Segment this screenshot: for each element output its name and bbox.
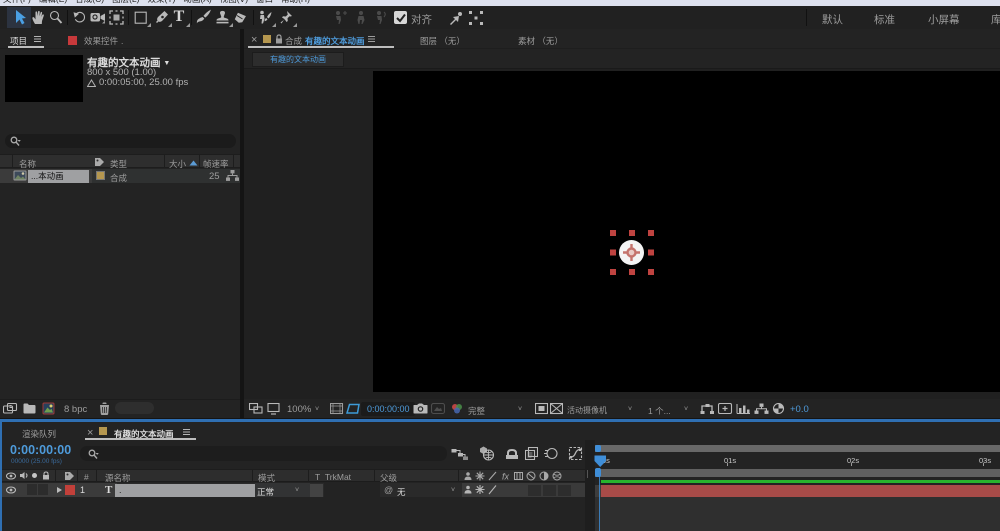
svg-text:fx: fx (502, 472, 510, 482)
